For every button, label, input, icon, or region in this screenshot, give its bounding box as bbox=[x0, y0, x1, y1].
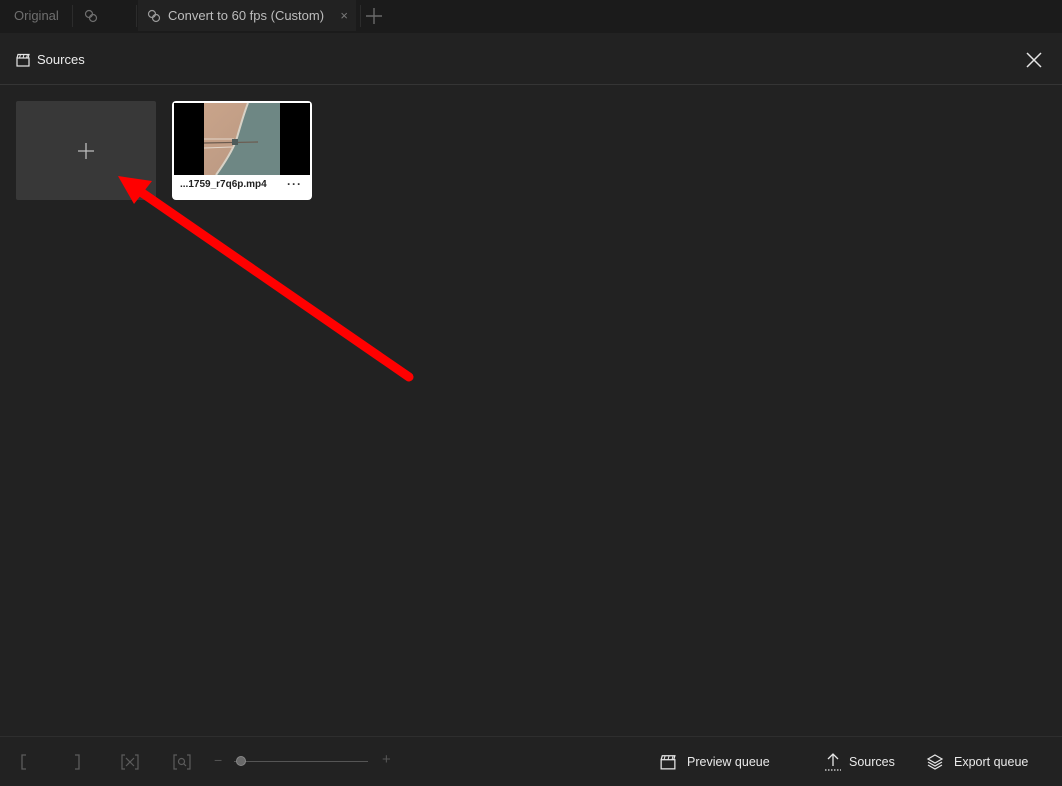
bottom-toolbar: − + Preview queue Sources Export queue bbox=[0, 736, 1062, 786]
clapperboard-icon bbox=[660, 755, 676, 770]
preview-queue-label: Preview queue bbox=[687, 755, 770, 769]
clapperboard-icon bbox=[16, 53, 30, 67]
tab-bar: Original Convert to 60 fps (Custom) × bbox=[0, 0, 1062, 33]
add-tab-button[interactable] bbox=[364, 0, 384, 31]
zoom-out-icon[interactable]: − bbox=[214, 752, 222, 768]
close-icon bbox=[1026, 52, 1042, 68]
tab-original[interactable]: Original bbox=[14, 0, 59, 31]
layers-icon bbox=[926, 754, 944, 770]
sources-panel-header: Sources bbox=[0, 36, 1062, 85]
tab-original-label: Original bbox=[14, 8, 59, 23]
export-queue-button[interactable]: Export queue bbox=[926, 751, 1028, 773]
tab-convert-60fps[interactable]: Convert to 60 fps (Custom) × bbox=[138, 0, 356, 31]
sources-button[interactable]: Sources bbox=[824, 751, 895, 773]
video-thumbnail bbox=[174, 102, 310, 176]
panel-title-text: Sources bbox=[37, 52, 85, 67]
panel-title: Sources bbox=[16, 52, 85, 67]
tab-convert-label: Convert to 60 fps (Custom) bbox=[168, 8, 325, 23]
mark-in-button[interactable] bbox=[19, 751, 29, 773]
clear-range-icon bbox=[121, 754, 139, 770]
tab-divider bbox=[136, 5, 137, 27]
close-panel-button[interactable] bbox=[1024, 50, 1044, 70]
mark-out-button[interactable] bbox=[72, 751, 82, 773]
zoom-in-icon[interactable]: + bbox=[382, 751, 391, 768]
link-icon bbox=[84, 9, 98, 22]
zoom-slider[interactable]: − + bbox=[214, 751, 396, 773]
media-file-name: ...1759_r7q6p.mp4 bbox=[180, 179, 267, 190]
export-queue-label: Export queue bbox=[954, 755, 1029, 769]
tab-linked[interactable] bbox=[84, 0, 98, 31]
upload-icon bbox=[825, 753, 841, 771]
add-source-button[interactable] bbox=[16, 101, 156, 200]
zoom-slider-track[interactable] bbox=[234, 761, 368, 762]
zoom-search-icon bbox=[173, 754, 191, 770]
plus-icon bbox=[366, 7, 382, 24]
tab-close-icon[interactable]: × bbox=[340, 8, 348, 23]
preview-queue-button[interactable]: Preview queue bbox=[660, 751, 770, 773]
more-options-icon[interactable]: ··· bbox=[287, 177, 302, 191]
sources-panel: Sources ...1759_r7q6p.mp4 ··· bbox=[0, 36, 1062, 736]
media-card[interactable]: ...1759_r7q6p.mp4 ··· bbox=[172, 101, 312, 200]
clear-marks-button[interactable] bbox=[120, 751, 140, 773]
tab-divider bbox=[360, 5, 361, 27]
sources-button-label: Sources bbox=[849, 755, 895, 769]
tab-divider bbox=[72, 5, 73, 27]
aerial-coast-image bbox=[174, 102, 310, 176]
zoom-fit-button[interactable] bbox=[172, 751, 192, 773]
bracket-right-icon bbox=[75, 754, 80, 770]
zoom-slider-handle[interactable] bbox=[235, 756, 246, 766]
bracket-left-icon bbox=[21, 754, 26, 770]
plus-icon bbox=[78, 142, 94, 159]
link-icon bbox=[147, 9, 161, 22]
